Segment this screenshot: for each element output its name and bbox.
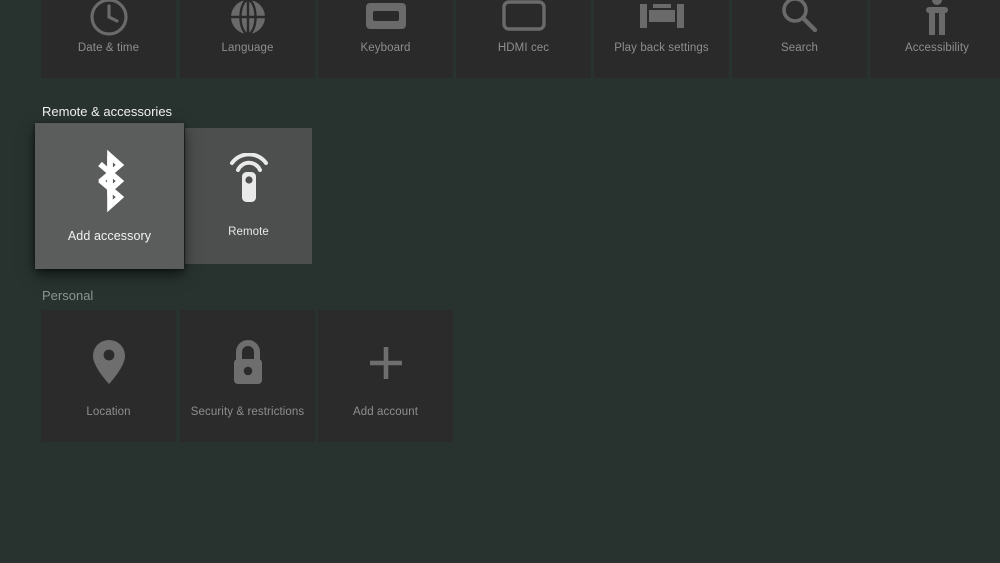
location-pin-icon [41,334,176,392]
settings-tile-location[interactable]: Location [41,310,176,442]
settings-tile-label: Add accessory [67,229,152,243]
globe-icon [180,0,315,40]
clock-icon [41,0,176,40]
settings-tile-label: Add account [352,406,419,418]
lock-icon [180,334,315,392]
settings-tile-language[interactable]: Language [180,0,315,78]
settings-tile-keyboard[interactable]: Keyboard [318,0,453,78]
bluetooth-icon [35,147,184,215]
film-strip-icon [594,0,729,40]
settings-tile-label: Play back settings [614,42,709,54]
accessibility-icon [870,0,1000,40]
settings-tile-add-account[interactable]: Add account [318,310,453,442]
settings-tile-hdmi-cec[interactable]: HDMI cec [456,0,591,78]
settings-tile-label: Remote [228,226,269,238]
keyboard-icon [318,0,453,40]
settings-tile-security-restrictions[interactable]: Security & restrictions [180,310,315,442]
settings-tile-label: Language [221,42,274,54]
section-header-remote-accessories: Remote & accessories [42,104,173,119]
settings-tile-accessibility[interactable]: Accessibility [870,0,1000,78]
settings-tile-label: Search [780,42,819,54]
section-header-personal: Personal [42,288,94,303]
plus-icon [318,334,453,392]
settings-tile-label: Security & restrictions [190,406,305,418]
settings-tile-playback-settings[interactable]: Play back settings [594,0,729,78]
remote-control-icon [185,152,312,212]
tv-screen-icon [456,0,591,40]
settings-tile-label: HDMI cec [497,42,550,54]
magnifier-icon [732,0,867,40]
settings-tile-label: Keyboard [360,42,411,54]
settings-tile-label: Location [86,406,131,418]
settings-tile-label: Accessibility [905,42,969,54]
settings-screen: Date & time Language Keyboard HDMI cec P… [0,0,1000,563]
settings-tile-label: Date & time [77,42,140,54]
settings-tile-add-accessory[interactable]: Add accessory [35,123,184,269]
settings-tile-search[interactable]: Search [732,0,867,78]
settings-tile-remote[interactable]: Remote [185,128,312,264]
settings-tile-date-time[interactable]: Date & time [41,0,176,78]
